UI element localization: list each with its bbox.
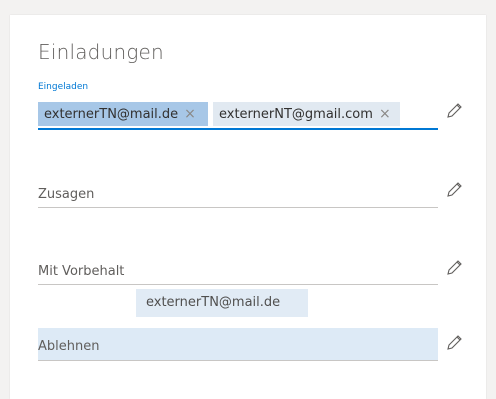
tentative-label: Mit Vorbehalt <box>38 264 125 279</box>
accepted-underline <box>38 207 438 208</box>
chip-invited-1[interactable]: externerTN@mail.de × <box>38 102 208 126</box>
chip-invited-2[interactable]: externerNT@gmail.com × <box>213 102 400 126</box>
chip-text: externerTN@mail.de <box>44 107 179 122</box>
tentative-field[interactable]: Mit Vorbehalt <box>38 252 438 292</box>
tentative-underline <box>38 284 438 285</box>
invited-field[interactable]: Eingeladen externerTN@mail.de × externerN… <box>38 82 438 152</box>
pencil-icon[interactable] <box>444 258 464 278</box>
pencil-icon[interactable] <box>444 180 464 200</box>
invited-underline <box>38 128 438 130</box>
remove-chip-icon[interactable]: × <box>184 106 196 122</box>
declined-field[interactable]: Ablehnen <box>38 328 438 368</box>
chip-text: externerNT@gmail.com <box>219 107 373 122</box>
remove-chip-icon[interactable]: × <box>379 106 391 122</box>
declined-label: Ablehnen <box>38 339 100 354</box>
declined-underline <box>38 360 438 361</box>
invitations-panel: Einladungen Eingeladen externerTN@mail.d… <box>10 15 486 399</box>
pencil-icon[interactable] <box>444 101 464 121</box>
panel-title: Einladungen <box>38 40 164 64</box>
accepted-label: Zusagen <box>38 187 95 202</box>
invited-label: Eingeladen <box>38 82 89 92</box>
pencil-icon[interactable] <box>444 333 464 353</box>
accepted-field[interactable]: Zusagen <box>38 175 438 215</box>
drag-ghost-chip[interactable]: externerTN@mail.de <box>136 289 308 317</box>
